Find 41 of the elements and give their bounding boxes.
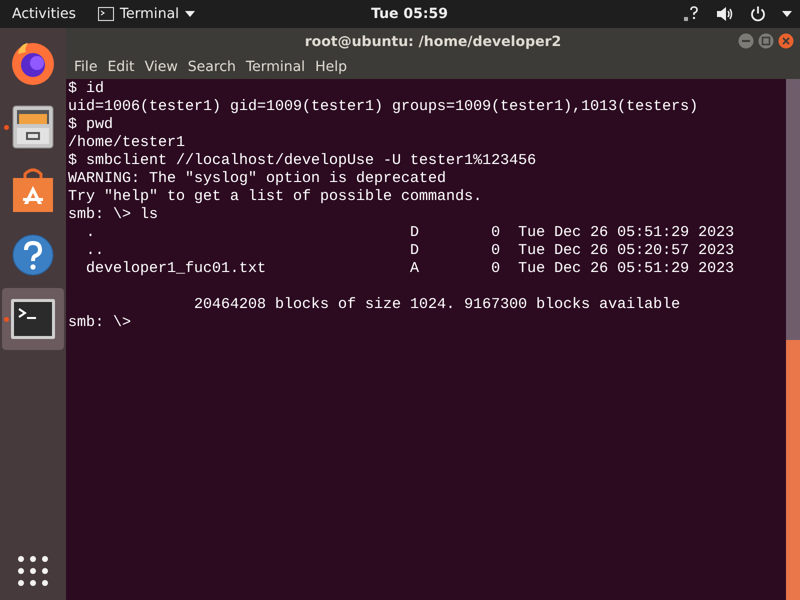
minimize-button[interactable] — [738, 33, 754, 49]
dock-item[interactable] — [2, 288, 64, 350]
app-menu[interactable]: Terminal — [98, 6, 196, 22]
menu-item[interactable]: View — [140, 57, 182, 77]
menu-item[interactable]: Terminal — [242, 57, 310, 77]
terminal-line: smb: \> — [68, 314, 132, 331]
menu-item[interactable]: Search — [184, 57, 240, 77]
power-icon[interactable] — [750, 6, 766, 22]
terminal-line: developer1_fuc01.txt A 0 Tue Dec 26 05:51:29 2023 — [85, 260, 734, 277]
terminal-line: $ pwd — [68, 116, 114, 133]
caret-icon[interactable] — [782, 11, 792, 17]
fox-globe-icon — [10, 40, 56, 86]
terminal-line: . D 0 Tue Dec 26 05:51:29 2023 — [85, 224, 734, 241]
menu-item[interactable]: File — [70, 57, 102, 77]
terminal-icon — [10, 298, 56, 340]
terminal-line: $ id — [68, 80, 104, 97]
close-button[interactable] — [778, 33, 794, 49]
menu-item[interactable]: Help — [311, 57, 351, 77]
terminal-icon — [98, 7, 114, 21]
shopping-bag-icon — [11, 168, 55, 214]
volume-icon[interactable] — [716, 6, 734, 22]
terminal-line: smb: \> ls — [68, 206, 158, 223]
maximize-button[interactable] — [758, 33, 774, 49]
window-title: root@ubuntu: /home/developer2 — [304, 34, 562, 50]
terminal-line: WARNING: The "syslog" option is deprecated — [68, 170, 446, 187]
terminal-line: 20464208 blocks of size 1024. 9167300 blocks available — [193, 296, 680, 313]
scrollbar-thumb[interactable] — [786, 340, 800, 600]
app-grid-icon[interactable] — [18, 556, 48, 586]
terminal-line: $ smbclient //localhost/developUse -U tester1%123456 — [68, 152, 536, 169]
activities-button[interactable]: Activities — [12, 6, 76, 22]
scrollbar[interactable] — [786, 79, 800, 600]
terminal-line: Try "help" to get a list of possible commands. — [68, 188, 482, 205]
terminal-line: .. D 0 Tue Dec 26 05:20:57 2023 — [85, 242, 734, 259]
file-drawer-icon — [11, 104, 55, 150]
menu-item[interactable]: Edit — [103, 57, 139, 77]
terminal-line: uid=1006(tester1) gid=1009(tester1) groups=1009(tester1),1013(testers) — [68, 98, 698, 115]
network-question-icon[interactable] — [684, 6, 700, 22]
caret-icon — [185, 11, 196, 17]
clock[interactable]: Tue 05:59 — [365, 5, 454, 23]
help-icon — [11, 233, 55, 277]
terminal-line: /home/tester1 — [68, 134, 186, 151]
